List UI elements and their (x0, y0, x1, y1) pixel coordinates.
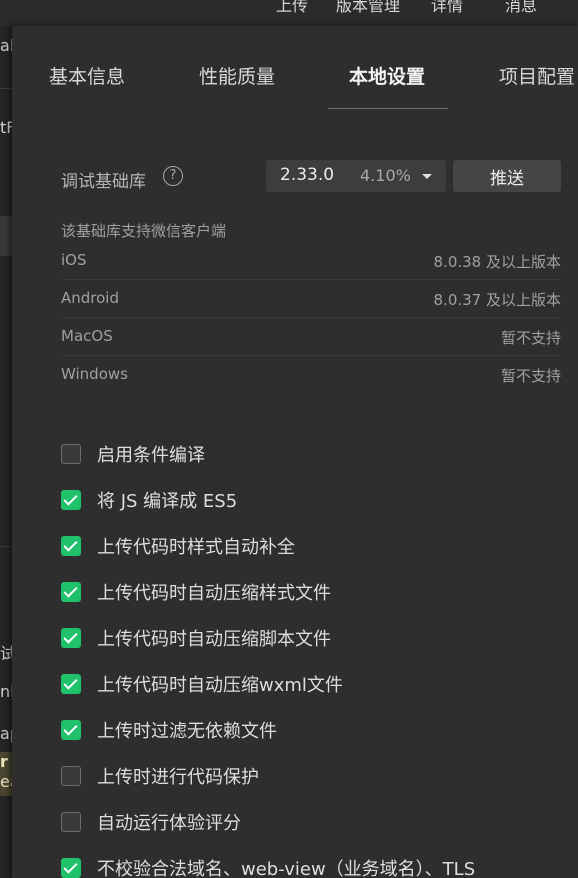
toolbar-messages[interactable]: 消息 (505, 0, 537, 16)
checkbox[interactable] (61, 628, 81, 648)
support-row-android: Android 8.0.37 及以上版本 (61, 280, 561, 318)
option-skip-domain-check[interactable]: 不校验合法域名、web-view（业务域名）、TLS (61, 855, 561, 878)
top-toolbar: 上传 版本管理 详情 消息 (0, 0, 578, 26)
chevron-down-icon (422, 174, 432, 179)
option-conditional-compile[interactable]: 启用条件编译 (61, 441, 561, 471)
os-requirement: 暂不支持 (500, 367, 561, 385)
checkbox[interactable] (61, 720, 81, 740)
os-name: Windows (61, 365, 128, 383)
active-tab-indicator (328, 108, 448, 109)
toolbar-version-management[interactable]: 版本管理 (336, 0, 400, 16)
os-name: iOS (61, 251, 87, 269)
checkbox[interactable] (61, 766, 81, 786)
option-js-to-es5[interactable]: 将 JS 编译成 ES5 (61, 487, 561, 517)
editor-fragment: ea (0, 772, 12, 791)
support-row-windows: Windows 暂不支持 (61, 356, 561, 394)
option-minify-scripts[interactable]: 上传代码时自动压缩脚本文件 (61, 625, 561, 655)
push-button[interactable]: 推送 (453, 160, 561, 192)
divider (0, 546, 12, 547)
os-requirement: 8.0.37 及以上版本 (433, 291, 561, 309)
tab-basic-info[interactable]: 基本信息 (49, 62, 125, 89)
settings-tabs: 基本信息 性能质量 本地设置 项目配置 (12, 26, 578, 116)
checkbox[interactable] (61, 812, 81, 832)
base-library-version-select[interactable]: 2.33.0 4.10% (266, 160, 446, 192)
tab-project-config[interactable]: 项目配置 (499, 62, 575, 89)
base-library-label: 调试基础库 (61, 172, 146, 192)
editor-fragment: al (0, 36, 12, 55)
option-label: 上传代码时自动压缩脚本文件 (97, 629, 331, 650)
option-filter-unused-files[interactable]: 上传时过滤无依赖文件 (61, 717, 561, 747)
option-label: 将 JS 编译成 ES5 (97, 491, 238, 512)
editor-fragment: ap (0, 724, 12, 743)
option-style-autoprefix[interactable]: 上传代码时样式自动补全 (61, 533, 561, 563)
option-label: 不校验合法域名、web-view（业务域名）、TLS (97, 859, 476, 878)
option-label: 上传时过滤无依赖文件 (97, 721, 277, 742)
os-requirement: 暂不支持 (500, 329, 561, 347)
option-minify-wxml[interactable]: 上传代码时自动压缩wxml文件 (61, 671, 561, 701)
divider (0, 88, 12, 89)
support-row-macos: MacOS 暂不支持 (61, 318, 561, 356)
checkbox[interactable] (61, 674, 81, 694)
option-label: 上传代码时自动压缩wxml文件 (97, 675, 343, 696)
option-auto-audit[interactable]: 自动运行体验评分 (61, 809, 561, 839)
checkbox[interactable] (61, 490, 81, 510)
checkbox[interactable] (61, 858, 81, 878)
support-title: 该基础库支持微信客户端 (61, 222, 227, 240)
editor-fragment: tF (0, 118, 12, 137)
option-minify-styles[interactable]: 上传代码时自动压缩样式文件 (61, 579, 561, 609)
project-settings-panel: 基本信息 性能质量 本地设置 项目配置 调试基础库 ? 2.33.0 4.10%… (12, 26, 578, 878)
os-name: MacOS (61, 327, 113, 345)
option-label: 自动运行体验评分 (97, 813, 241, 834)
app-window: 上传 版本管理 详情 消息 al tF 试 nl ap r ea 基本信息 性能… (0, 0, 578, 878)
option-code-protection[interactable]: 上传时进行代码保护 (61, 763, 561, 793)
option-label: 启用条件编译 (97, 445, 205, 466)
editor-fragment: nl (0, 682, 12, 701)
checkbox[interactable] (61, 444, 81, 464)
version-percentage: 4.10% (360, 166, 411, 185)
editor-fragment: r (0, 752, 8, 771)
toolbar-details[interactable]: 详情 (431, 0, 463, 16)
checkbox[interactable] (61, 536, 81, 556)
editor-fragment: 试 (0, 644, 12, 663)
os-requirement: 8.0.38 及以上版本 (433, 253, 561, 271)
option-label: 上传时进行代码保护 (97, 767, 259, 788)
support-row-ios: iOS 8.0.38 及以上版本 (61, 242, 561, 280)
checkbox[interactable] (61, 582, 81, 602)
option-label: 上传代码时自动压缩样式文件 (97, 583, 331, 604)
toolbar-upload[interactable]: 上传 (276, 0, 308, 16)
os-name: Android (61, 289, 119, 307)
version-value: 2.33.0 (280, 165, 335, 185)
help-icon[interactable]: ? (163, 166, 183, 186)
background-editor-strip: al tF 试 nl ap r ea (0, 26, 12, 878)
tab-local-settings[interactable]: 本地设置 (349, 62, 425, 89)
editor-highlight (0, 216, 12, 256)
tab-performance[interactable]: 性能质量 (199, 62, 275, 89)
option-label: 上传代码时样式自动补全 (97, 537, 295, 558)
